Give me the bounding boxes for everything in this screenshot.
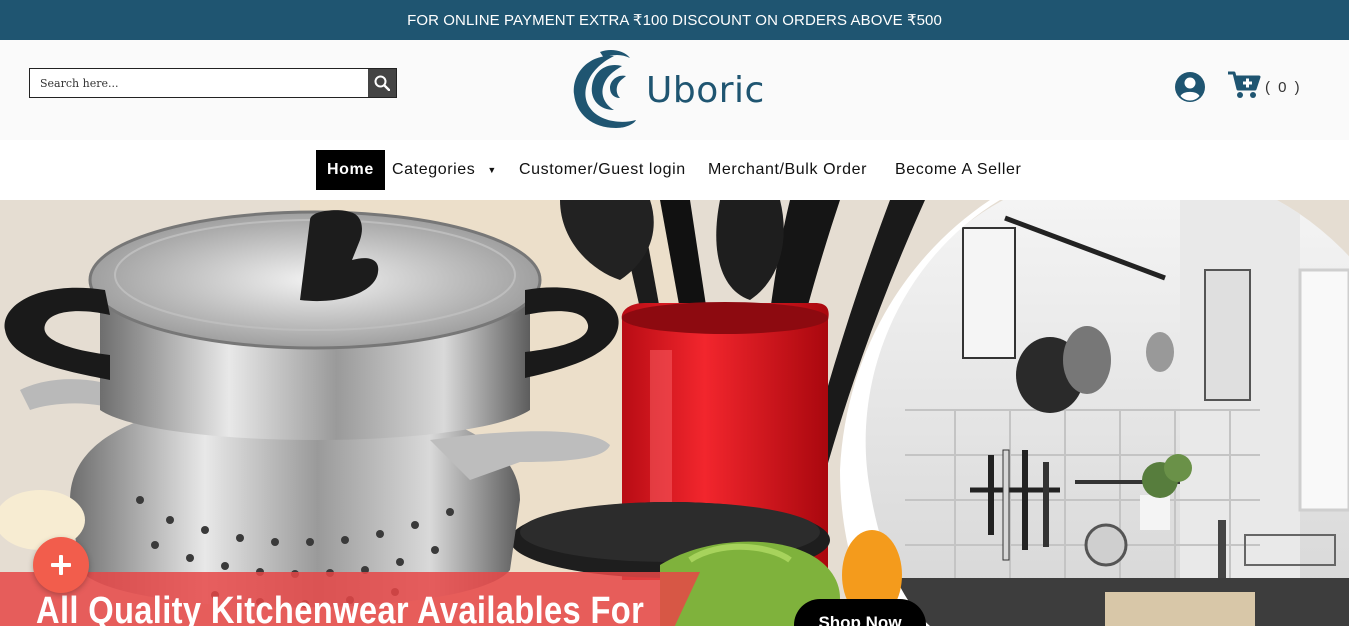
nav-seller[interactable]: Become A Seller bbox=[895, 150, 1021, 190]
nav-home-label: Home bbox=[327, 161, 374, 178]
floating-plus-button[interactable] bbox=[33, 537, 89, 593]
logo-swirl-icon bbox=[573, 50, 636, 128]
announcement-bar: FOR ONLINE PAYMENT EXTRA ₹100 DISCOUNT O… bbox=[0, 0, 1349, 40]
plus-icon bbox=[51, 555, 71, 575]
nav-customer-login-label: Customer/Guest login bbox=[519, 161, 686, 178]
search-icon bbox=[374, 75, 390, 91]
nav-merchant[interactable]: Merchant/Bulk Order bbox=[708, 150, 867, 190]
brand-logo[interactable]: Uboric bbox=[570, 48, 765, 132]
hero-heading: All Quality Kitchenwear Availables For bbox=[36, 590, 645, 626]
announcement-text: FOR ONLINE PAYMENT EXTRA ₹100 DISCOUNT O… bbox=[407, 12, 942, 29]
nav-categories-label: Categories bbox=[392, 161, 476, 178]
nav-seller-label: Become A Seller bbox=[895, 161, 1022, 178]
hero-image bbox=[0, 200, 1349, 626]
search-input[interactable] bbox=[30, 69, 368, 97]
nav-home[interactable]: Home bbox=[316, 150, 385, 190]
site-header: Uboric ( 0 ) bbox=[0, 40, 1349, 140]
nav-categories[interactable]: Categories ▼ bbox=[392, 150, 497, 190]
nav-merchant-label: Merchant/Bulk Order bbox=[708, 161, 868, 178]
brand-name: Uboric bbox=[646, 69, 765, 111]
search-box bbox=[29, 68, 397, 98]
hero-banner: All Quality Kitchenwear Availables For S… bbox=[0, 200, 1349, 626]
cart-button[interactable] bbox=[1227, 70, 1261, 100]
search-button[interactable] bbox=[368, 69, 396, 97]
user-icon bbox=[1175, 72, 1205, 102]
cart-icon bbox=[1228, 71, 1261, 98]
nav-customer-login[interactable]: Customer/Guest login bbox=[519, 150, 686, 190]
shop-now-button[interactable]: Shop Now bbox=[794, 599, 926, 626]
caret-down-icon: ▼ bbox=[487, 165, 497, 175]
main-nav: Home Categories ▼ Customer/Guest login M… bbox=[0, 140, 1349, 200]
cart-count: ( 0 ) bbox=[1265, 79, 1302, 96]
account-button[interactable] bbox=[1174, 71, 1206, 103]
